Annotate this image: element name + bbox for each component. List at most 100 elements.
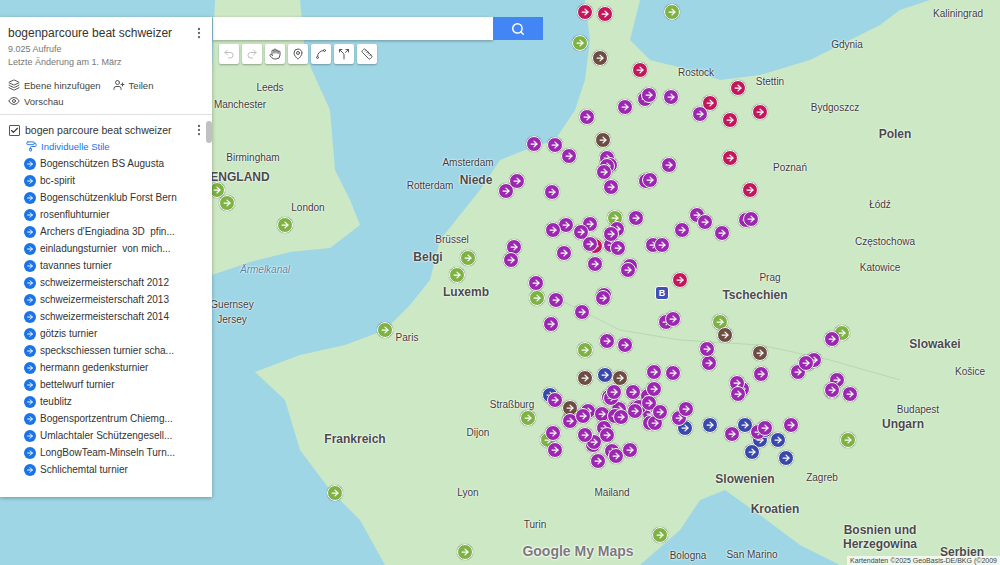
tool-button[interactable]: [265, 44, 285, 64]
place-item[interactable]: rosenfluhturnier: [0, 206, 206, 223]
style-link[interactable]: Individuelle Stile: [0, 139, 206, 155]
map-pin[interactable]: [597, 367, 613, 383]
map-pin[interactable]: [599, 427, 615, 443]
place-item[interactable]: schweizermeisterschaft 2014: [0, 308, 206, 325]
map-pin[interactable]: [449, 267, 465, 283]
action-button[interactable]: Teilen: [113, 79, 154, 91]
map-pin[interactable]: [277, 217, 293, 233]
place-item[interactable]: götzis turnier: [0, 325, 206, 342]
letter-marker[interactable]: B: [655, 286, 669, 300]
place-item[interactable]: Umlachtaler Schützengesell...: [0, 427, 206, 444]
map-pin[interactable]: [632, 62, 648, 78]
place-item[interactable]: tavannes turnier: [0, 257, 206, 274]
map-pin[interactable]: [702, 417, 718, 433]
map-menu-button[interactable]: [192, 25, 206, 41]
map-pin[interactable]: [661, 157, 677, 173]
map-pin[interactable]: [595, 132, 611, 148]
map-pin[interactable]: [664, 4, 680, 20]
map-pin[interactable]: [543, 316, 559, 332]
map-pin[interactable]: [824, 382, 840, 398]
map-pin[interactable]: [625, 384, 641, 400]
place-item[interactable]: Bogensportzentrum Chiemg...: [0, 410, 206, 427]
map-pin[interactable]: [752, 345, 768, 361]
map-pin[interactable]: [460, 250, 476, 266]
map-pin[interactable]: [672, 272, 688, 288]
map-pin[interactable]: [665, 311, 681, 327]
map-pin[interactable]: [654, 237, 670, 253]
map-pin[interactable]: [572, 35, 588, 51]
map-title[interactable]: bogenparcoure beat schweizer: [8, 26, 172, 40]
map-pin[interactable]: [642, 172, 658, 188]
map-pin[interactable]: [520, 410, 536, 426]
tool-button[interactable]: [311, 44, 331, 64]
place-item[interactable]: hermann gedenksturnier: [0, 359, 206, 376]
map-pin[interactable]: [752, 104, 768, 120]
map-pin[interactable]: [574, 304, 590, 320]
map-pin[interactable]: [592, 50, 608, 66]
map-pin[interactable]: [547, 442, 563, 458]
map-pin[interactable]: [597, 6, 613, 22]
map-pin[interactable]: [582, 236, 598, 252]
layer-checkbox[interactable]: [9, 125, 20, 136]
map-pin[interactable]: [579, 109, 595, 125]
map-pin[interactable]: [548, 292, 564, 308]
place-item[interactable]: Archers d'Engiadina 3D pfin...: [0, 223, 206, 240]
tool-button[interactable]: [242, 44, 262, 64]
tool-button[interactable]: [219, 44, 239, 64]
map-pin[interactable]: [744, 444, 760, 460]
action-button[interactable]: Ebene hinzufügen: [8, 79, 101, 91]
map-pin[interactable]: [545, 222, 561, 238]
action-button[interactable]: Vorschau: [8, 95, 101, 107]
map-pin[interactable]: [722, 112, 738, 128]
map-pin[interactable]: [575, 408, 591, 424]
map-pin[interactable]: [730, 386, 746, 402]
map-pin[interactable]: [620, 262, 636, 278]
map-pin[interactable]: [610, 240, 626, 256]
map-pin[interactable]: [722, 150, 738, 166]
place-item[interactable]: schweizermeisterschaft 2013: [0, 291, 206, 308]
map-pin[interactable]: [503, 252, 519, 268]
map-pin[interactable]: [587, 256, 603, 272]
map-pin[interactable]: [742, 182, 758, 198]
map-pin[interactable]: [622, 442, 638, 458]
map-pin[interactable]: [678, 401, 694, 417]
map-pin[interactable]: [652, 527, 668, 543]
map-pin[interactable]: [577, 370, 593, 386]
tool-button[interactable]: [288, 44, 308, 64]
place-item[interactable]: Bogenschützenklub Forst Bern: [0, 189, 206, 206]
map-pin[interactable]: [701, 355, 717, 371]
map-pin[interactable]: [596, 164, 612, 180]
map-pin[interactable]: [590, 453, 606, 469]
place-item[interactable]: Schlichemtal turnier: [0, 461, 206, 478]
map-pin[interactable]: [606, 384, 622, 400]
map-pin[interactable]: [724, 426, 740, 442]
map-pin[interactable]: [730, 80, 746, 96]
place-item[interactable]: bc-spirit: [0, 172, 206, 189]
map-pin[interactable]: [613, 409, 629, 425]
map-pin[interactable]: [544, 184, 560, 200]
place-item[interactable]: einladungsturnier von mich...: [0, 240, 206, 257]
map-pin[interactable]: [561, 148, 577, 164]
place-item[interactable]: speckschiessen turnier scha...: [0, 342, 206, 359]
map-pin[interactable]: [528, 275, 544, 291]
map-pin[interactable]: [697, 214, 713, 230]
map-pin[interactable]: [757, 420, 773, 436]
map-pin[interactable]: [778, 450, 794, 466]
map-pin[interactable]: [377, 322, 393, 338]
map-pin[interactable]: [641, 87, 657, 103]
place-item[interactable]: schweizermeisterschaft 2012: [0, 274, 206, 291]
map-pin[interactable]: [617, 337, 633, 353]
map-pin[interactable]: [652, 404, 668, 420]
map-pin[interactable]: [617, 99, 633, 115]
map-pin[interactable]: [599, 333, 615, 349]
map-pin[interactable]: [608, 448, 624, 464]
map-pin[interactable]: [577, 342, 593, 358]
search-button[interactable]: [493, 17, 543, 40]
map-pin[interactable]: [824, 331, 840, 347]
search-field[interactable]: [213, 17, 493, 40]
tool-button[interactable]: [357, 44, 377, 64]
map-pin[interactable]: [526, 136, 542, 152]
map-pin[interactable]: [577, 4, 593, 20]
map-pin[interactable]: [219, 195, 235, 211]
map-pin[interactable]: [529, 290, 545, 306]
